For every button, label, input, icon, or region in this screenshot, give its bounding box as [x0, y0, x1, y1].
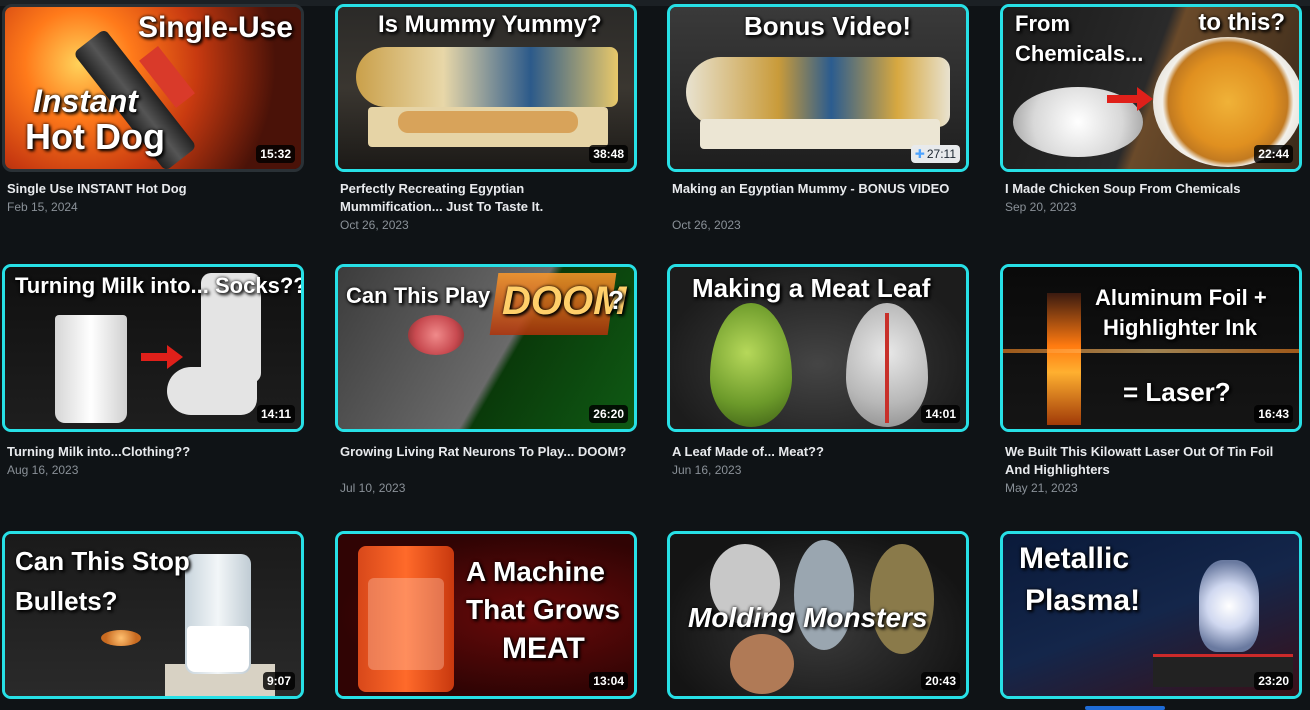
video-date: Jul 10, 2023	[340, 481, 406, 495]
arrow-right-icon	[1137, 87, 1153, 111]
thumb-text: Is Mummy Yummy?	[378, 11, 602, 38]
video-date: May 21, 2023	[1005, 481, 1078, 495]
laser-beam	[1003, 349, 1299, 353]
video-thumbnail[interactable]: Making a Meat Leaf 14:01	[667, 264, 969, 432]
duration-badge: 14:01	[921, 404, 960, 423]
video-title[interactable]: A Leaf Made of... Meat??	[672, 443, 962, 461]
sarcophagus-shape	[686, 57, 950, 127]
video-date: Jun 16, 2023	[672, 463, 742, 477]
video-title[interactable]: Perfectly Recreating Egyptian Mummificat…	[340, 180, 630, 216]
duration-badge: 13:04	[589, 671, 628, 690]
thumb-text: Can This Play	[346, 283, 491, 308]
thumb-text: MEAT	[502, 632, 585, 665]
thumb-text: Can This Stop	[15, 546, 190, 576]
thumb-text: Instant	[33, 83, 138, 119]
groot-mold	[794, 540, 854, 650]
arrow-shaft	[141, 353, 169, 361]
video-thumbnail[interactable]: Molding Monsters 20:43	[667, 531, 969, 699]
thumb-text: to this?	[1198, 9, 1285, 36]
video-grid: Single-Use Instant Hot Dog 15:32 Single …	[0, 0, 1310, 710]
groot-figure	[870, 544, 934, 654]
duration-badge: 22:44	[1254, 144, 1293, 163]
thumb-text: Highlighter Ink	[1103, 315, 1257, 340]
duration-badge: 14:11	[256, 404, 295, 423]
thumb-text: That Grows	[466, 594, 621, 625]
thumb-text: Aluminum Foil +	[1095, 285, 1267, 310]
video-thumbnail[interactable]: Can This Stop Bullets? 9:07	[2, 531, 304, 699]
video-thumbnail[interactable]: Is Mummy Yummy? 38:48	[335, 4, 637, 172]
milk-glass	[55, 315, 127, 423]
thumb-text: From	[1015, 11, 1070, 36]
thumb-text: Bullets?	[15, 586, 118, 616]
head-mold	[730, 634, 794, 694]
thumb-text: Bonus Video!	[744, 11, 912, 41]
sarcophagus-base	[700, 119, 940, 149]
plasma-bulb	[1199, 560, 1259, 652]
video-date: Feb 15, 2024	[7, 200, 78, 214]
thumb-text: Making a Meat Leaf	[692, 273, 931, 303]
duration-text: 27:11	[926, 146, 956, 161]
video-date: Sep 20, 2023	[1005, 200, 1077, 214]
thumb-text: Turning Milk into... Socks??	[15, 273, 304, 298]
leaf-vein	[885, 313, 889, 423]
plus-icon: ✚	[914, 146, 925, 161]
duration-badge: 23:20	[1254, 671, 1293, 690]
video-title[interactable]: Turning Milk into...Clothing??	[7, 443, 297, 461]
video-title[interactable]: We Built This Kilowatt Laser Out Of Tin …	[1005, 443, 1295, 479]
thumb-text: Plasma!	[1025, 584, 1141, 617]
duration-badge: 15:32	[256, 144, 295, 163]
video-thumbnail[interactable]: Turning Milk into... Socks?? 14:11	[2, 264, 304, 432]
video-thumbnail[interactable]: Metallic Plasma! 23:20	[1000, 531, 1302, 699]
video-title[interactable]: Making an Egyptian Mummy - BONUS VIDEO	[672, 180, 962, 198]
thumb-text: Molding Monsters	[688, 602, 928, 633]
duration-badge: 16:43	[1254, 404, 1293, 423]
laser-cuvette	[1047, 293, 1081, 425]
video-title[interactable]: Growing Living Rat Neurons To Play... DO…	[340, 443, 630, 461]
duration-badge: 26:20	[589, 404, 628, 423]
thumb-text: Hot Dog	[25, 116, 165, 157]
duration-badge: 20:43	[921, 671, 960, 690]
arrow-right-icon	[167, 345, 183, 369]
thumb-text: A Machine	[466, 556, 605, 587]
thumb-text: ?	[608, 285, 624, 315]
video-thumbnail[interactable]: Single-Use Instant Hot Dog 15:32	[2, 4, 304, 172]
sock-foot	[167, 367, 257, 415]
thumb-text: Metallic	[1019, 542, 1130, 575]
duration-badge: 38:48	[589, 144, 628, 163]
video-title[interactable]: Single Use INSTANT Hot Dog	[7, 180, 297, 198]
video-thumbnail[interactable]: A Machine That Grows MEAT 13:04	[335, 531, 637, 699]
meatcubator-window	[368, 578, 444, 670]
video-date: Oct 26, 2023	[340, 218, 409, 232]
arrow-shaft	[1107, 95, 1141, 103]
duration-badge: ✚ 27:11	[910, 144, 960, 163]
bottle-powder	[187, 626, 249, 672]
neuron-dish	[408, 315, 464, 355]
video-thumbnail[interactable]: Bonus Video! ✚ 27:11	[667, 4, 969, 172]
sarcophagus-lid	[356, 47, 618, 107]
duration-badge: 9:07	[262, 671, 295, 690]
video-thumbnail[interactable]: From Chemicals... to this? 22:44	[1000, 4, 1302, 172]
video-title[interactable]: I Made Chicken Soup From Chemicals	[1005, 180, 1295, 198]
video-date: Aug 16, 2023	[7, 463, 79, 477]
bottom-button-edge[interactable]	[1085, 706, 1165, 710]
thumb-text: Single-Use	[137, 11, 293, 44]
video-date: Oct 26, 2023	[672, 218, 741, 232]
video-thumbnail[interactable]: Aluminum Foil + Highlighter Ink = Laser?…	[1000, 264, 1302, 432]
thumb-text: Chemicals...	[1015, 41, 1144, 66]
video-thumbnail[interactable]: Can This Play DOOM ? 26:20	[335, 264, 637, 432]
thumb-text: = Laser?	[1123, 377, 1231, 407]
bullet-shape	[101, 630, 141, 646]
mummy-shape	[398, 111, 578, 133]
